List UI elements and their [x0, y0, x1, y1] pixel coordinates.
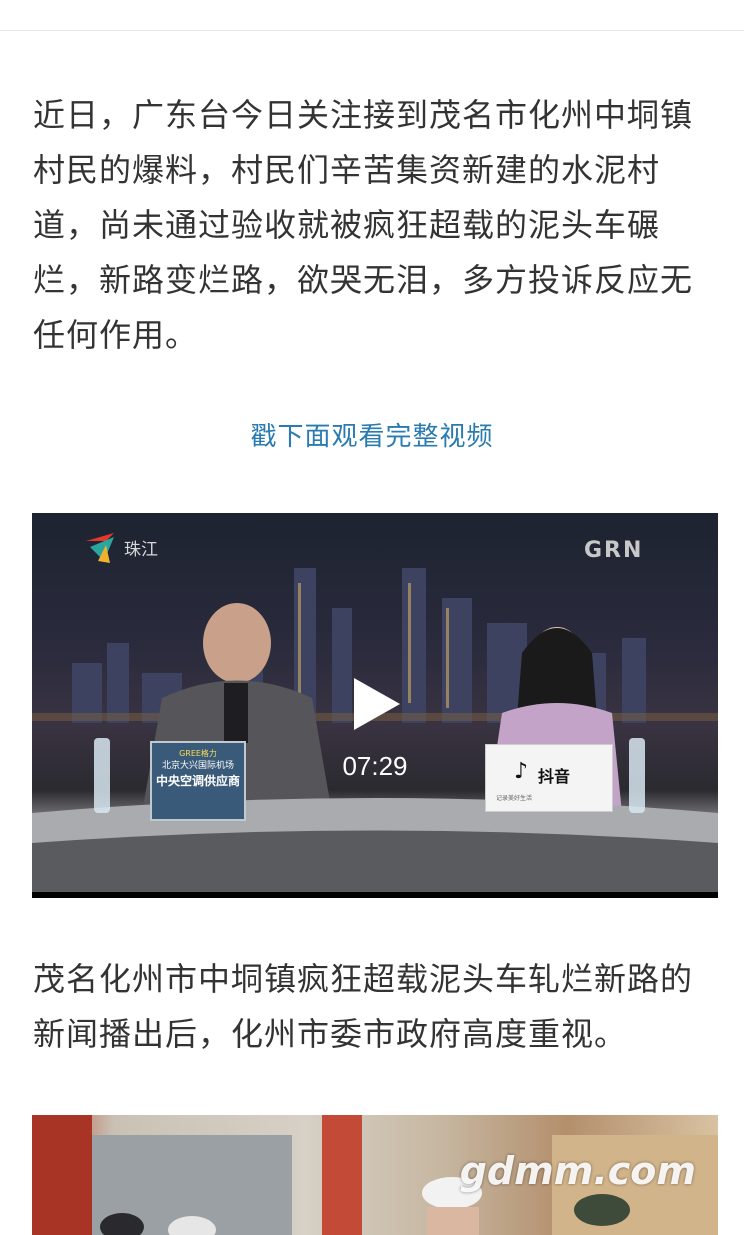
video-prompt-link[interactable]: 戳下面观看完整视频: [0, 416, 744, 453]
intro-paragraph: 近日，广东台今日关注接到茂名市化州中垌镇村民的爆料，村民们辛苦集资新建的水泥村道…: [33, 96, 694, 354]
desk-sign-right-tagline: 记录美好生活: [496, 795, 533, 802]
video-progress-bar[interactable]: [32, 892, 718, 898]
corner-logo: GRN: [584, 538, 644, 563]
play-icon[interactable]: [350, 676, 402, 732]
watermark-text: gdmm.com: [459, 1149, 696, 1193]
followup-paragraph: 茂名化州市中垌镇疯狂超载泥头车轧烂新路的新闻播出后，化州市委市政府高度重视。: [33, 960, 694, 1053]
news-photo: gdmm.com: [32, 1115, 718, 1235]
top-bar-partial-title: · · ·: [335, 0, 370, 11]
video-duration: 07:29: [342, 751, 408, 781]
top-bar: · · ·: [0, 0, 744, 31]
channel-logo-text: 珠江: [124, 540, 158, 560]
video-player[interactable]: 珠江 GRN GREE格力 北京大兴国际机场 中央空调供应商 ♪ 抖音 记录美好…: [32, 513, 718, 898]
